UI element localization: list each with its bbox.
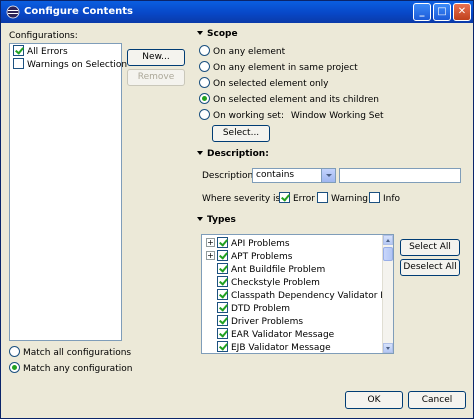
title-bar[interactable]: Configure Contents _ □ ✕ — [1, 1, 473, 23]
cancel-button[interactable]: Cancel — [408, 391, 466, 409]
scope-option-label: On any element — [213, 47, 286, 57]
scope-option-label: On selected element and its children — [213, 95, 379, 105]
scope-radio[interactable] — [199, 45, 210, 56]
ok-button[interactable]: OK — [345, 391, 403, 409]
select-working-set-button[interactable]: Select... — [212, 125, 270, 142]
type-label: Classpath Dependency Validator Mess — [231, 291, 394, 301]
type-checkbox[interactable] — [217, 315, 228, 326]
scope-heading-text: Scope — [207, 29, 238, 39]
configure-contents-dialog: Configure Contents _ □ ✕ Configurations:… — [0, 0, 474, 419]
scope-radio[interactable] — [199, 77, 210, 88]
match-all-option[interactable]: Match all configurations — [9, 346, 132, 360]
scope-option-selected-and-children[interactable]: On selected element and its children — [199, 93, 379, 107]
new-button[interactable]: New... — [127, 49, 185, 66]
severity-info-checkbox[interactable] — [369, 192, 380, 203]
scroll-up-icon[interactable] — [383, 235, 393, 245]
type-label: API Problems — [231, 239, 290, 249]
select-all-button[interactable]: Select All — [400, 239, 460, 256]
chevron-down-icon[interactable] — [321, 169, 335, 182]
window-title: Configure Contents — [24, 6, 133, 17]
types-tree-item[interactable]: EJB Validator Message — [206, 341, 331, 353]
type-label: APT Problems — [231, 252, 293, 262]
scroll-thumb[interactable] — [383, 247, 393, 261]
severity-info-option[interactable]: Info — [369, 192, 401, 206]
match-any-label: Match any configuration — [23, 364, 133, 374]
type-checkbox[interactable] — [217, 341, 228, 352]
config-item-label: Warnings on Selection — [27, 60, 128, 70]
collapse-triangle-icon — [197, 30, 203, 35]
description-operator-combo[interactable]: contains — [252, 168, 336, 183]
expand-plus-icon[interactable]: + — [206, 238, 215, 247]
severity-error-option[interactable]: Error — [279, 192, 315, 206]
scope-radio[interactable] — [199, 61, 210, 72]
scope-option-selected-only[interactable]: On selected element only — [199, 77, 329, 91]
severity-warning-option[interactable]: Warning — [317, 192, 369, 206]
collapse-triangle-icon — [197, 150, 203, 155]
scope-option-working-set[interactable]: On working set: Window Working Set — [199, 109, 384, 123]
collapse-triangle-icon — [197, 216, 203, 221]
types-heading[interactable]: Types — [197, 215, 236, 225]
severity-label: Where severity is: — [202, 194, 284, 204]
scope-heading[interactable]: Scope — [197, 29, 238, 39]
severity-error-checkbox[interactable] — [279, 192, 290, 203]
scope-option-label: On selected element only — [213, 79, 329, 89]
eclipse-icon — [6, 5, 20, 19]
match-any-radio[interactable] — [9, 362, 20, 373]
type-label: Driver Problems — [231, 317, 304, 327]
combo-value: contains — [256, 170, 295, 180]
remove-button[interactable]: Remove — [127, 69, 185, 86]
types-scrollbar[interactable] — [382, 235, 393, 353]
expand-plus-icon[interactable]: + — [206, 251, 215, 260]
description-text-field[interactable] — [339, 168, 461, 183]
type-label: Checkstyle Problem — [231, 278, 320, 288]
description-heading-text: Description: — [207, 149, 269, 159]
match-any-option[interactable]: Match any configuration — [9, 362, 133, 376]
deselect-all-button[interactable]: Deselect All — [400, 259, 460, 276]
config-item-warnings-on-selection[interactable]: Warnings on Selection — [13, 58, 128, 72]
type-label: EJB Validator Message — [231, 343, 331, 353]
scroll-down-icon[interactable] — [383, 343, 393, 353]
type-checkbox[interactable] — [217, 237, 228, 248]
severity-error-label: Error — [293, 194, 315, 204]
working-set-value: Window Working Set — [290, 111, 384, 121]
warnings-on-selection-checkbox[interactable] — [13, 58, 24, 69]
severity-info-label: Info — [383, 194, 401, 204]
severity-warning-checkbox[interactable] — [317, 192, 328, 203]
description-field-label: Description — [202, 171, 254, 181]
type-checkbox[interactable] — [217, 302, 228, 313]
type-label: EAR Validator Message — [231, 330, 335, 340]
configurations-label: Configurations: — [9, 31, 78, 41]
type-checkbox[interactable] — [217, 250, 228, 261]
types-tree-item[interactable]: Classpath Dependency Validator Mess — [206, 289, 394, 303]
scope-radio[interactable] — [199, 109, 210, 120]
maximize-button[interactable]: □ — [433, 3, 451, 21]
match-all-radio[interactable] — [9, 346, 20, 357]
close-button[interactable]: ✕ — [453, 3, 471, 21]
all-errors-checkbox[interactable] — [13, 45, 24, 56]
match-all-label: Match all configurations — [23, 348, 132, 358]
scope-radio[interactable] — [199, 93, 210, 104]
severity-warning-label: Warning — [331, 194, 369, 204]
scope-option-label: On working set: — [213, 111, 284, 121]
types-heading-text: Types — [207, 215, 236, 225]
type-checkbox[interactable] — [217, 276, 228, 287]
description-heading[interactable]: Description: — [197, 149, 269, 159]
type-label: Ant Buildfile Problem — [231, 265, 326, 275]
minimize-button[interactable]: _ — [413, 3, 431, 21]
type-checkbox[interactable] — [217, 289, 228, 300]
configurations-list[interactable]: All Errors Warnings on Selection — [9, 43, 127, 341]
config-item-label: All Errors — [27, 47, 68, 57]
scope-option-label: On any element in same project — [213, 63, 358, 73]
type-checkbox[interactable] — [217, 328, 228, 339]
scope-option-any-element[interactable]: On any element — [199, 45, 286, 59]
scope-option-same-project[interactable]: On any element in same project — [199, 61, 358, 75]
types-tree[interactable]: + API Problems + APT Problems Ant Buildfil… — [201, 234, 394, 354]
type-checkbox[interactable] — [217, 263, 228, 274]
type-label: DTD Problem — [231, 304, 291, 314]
